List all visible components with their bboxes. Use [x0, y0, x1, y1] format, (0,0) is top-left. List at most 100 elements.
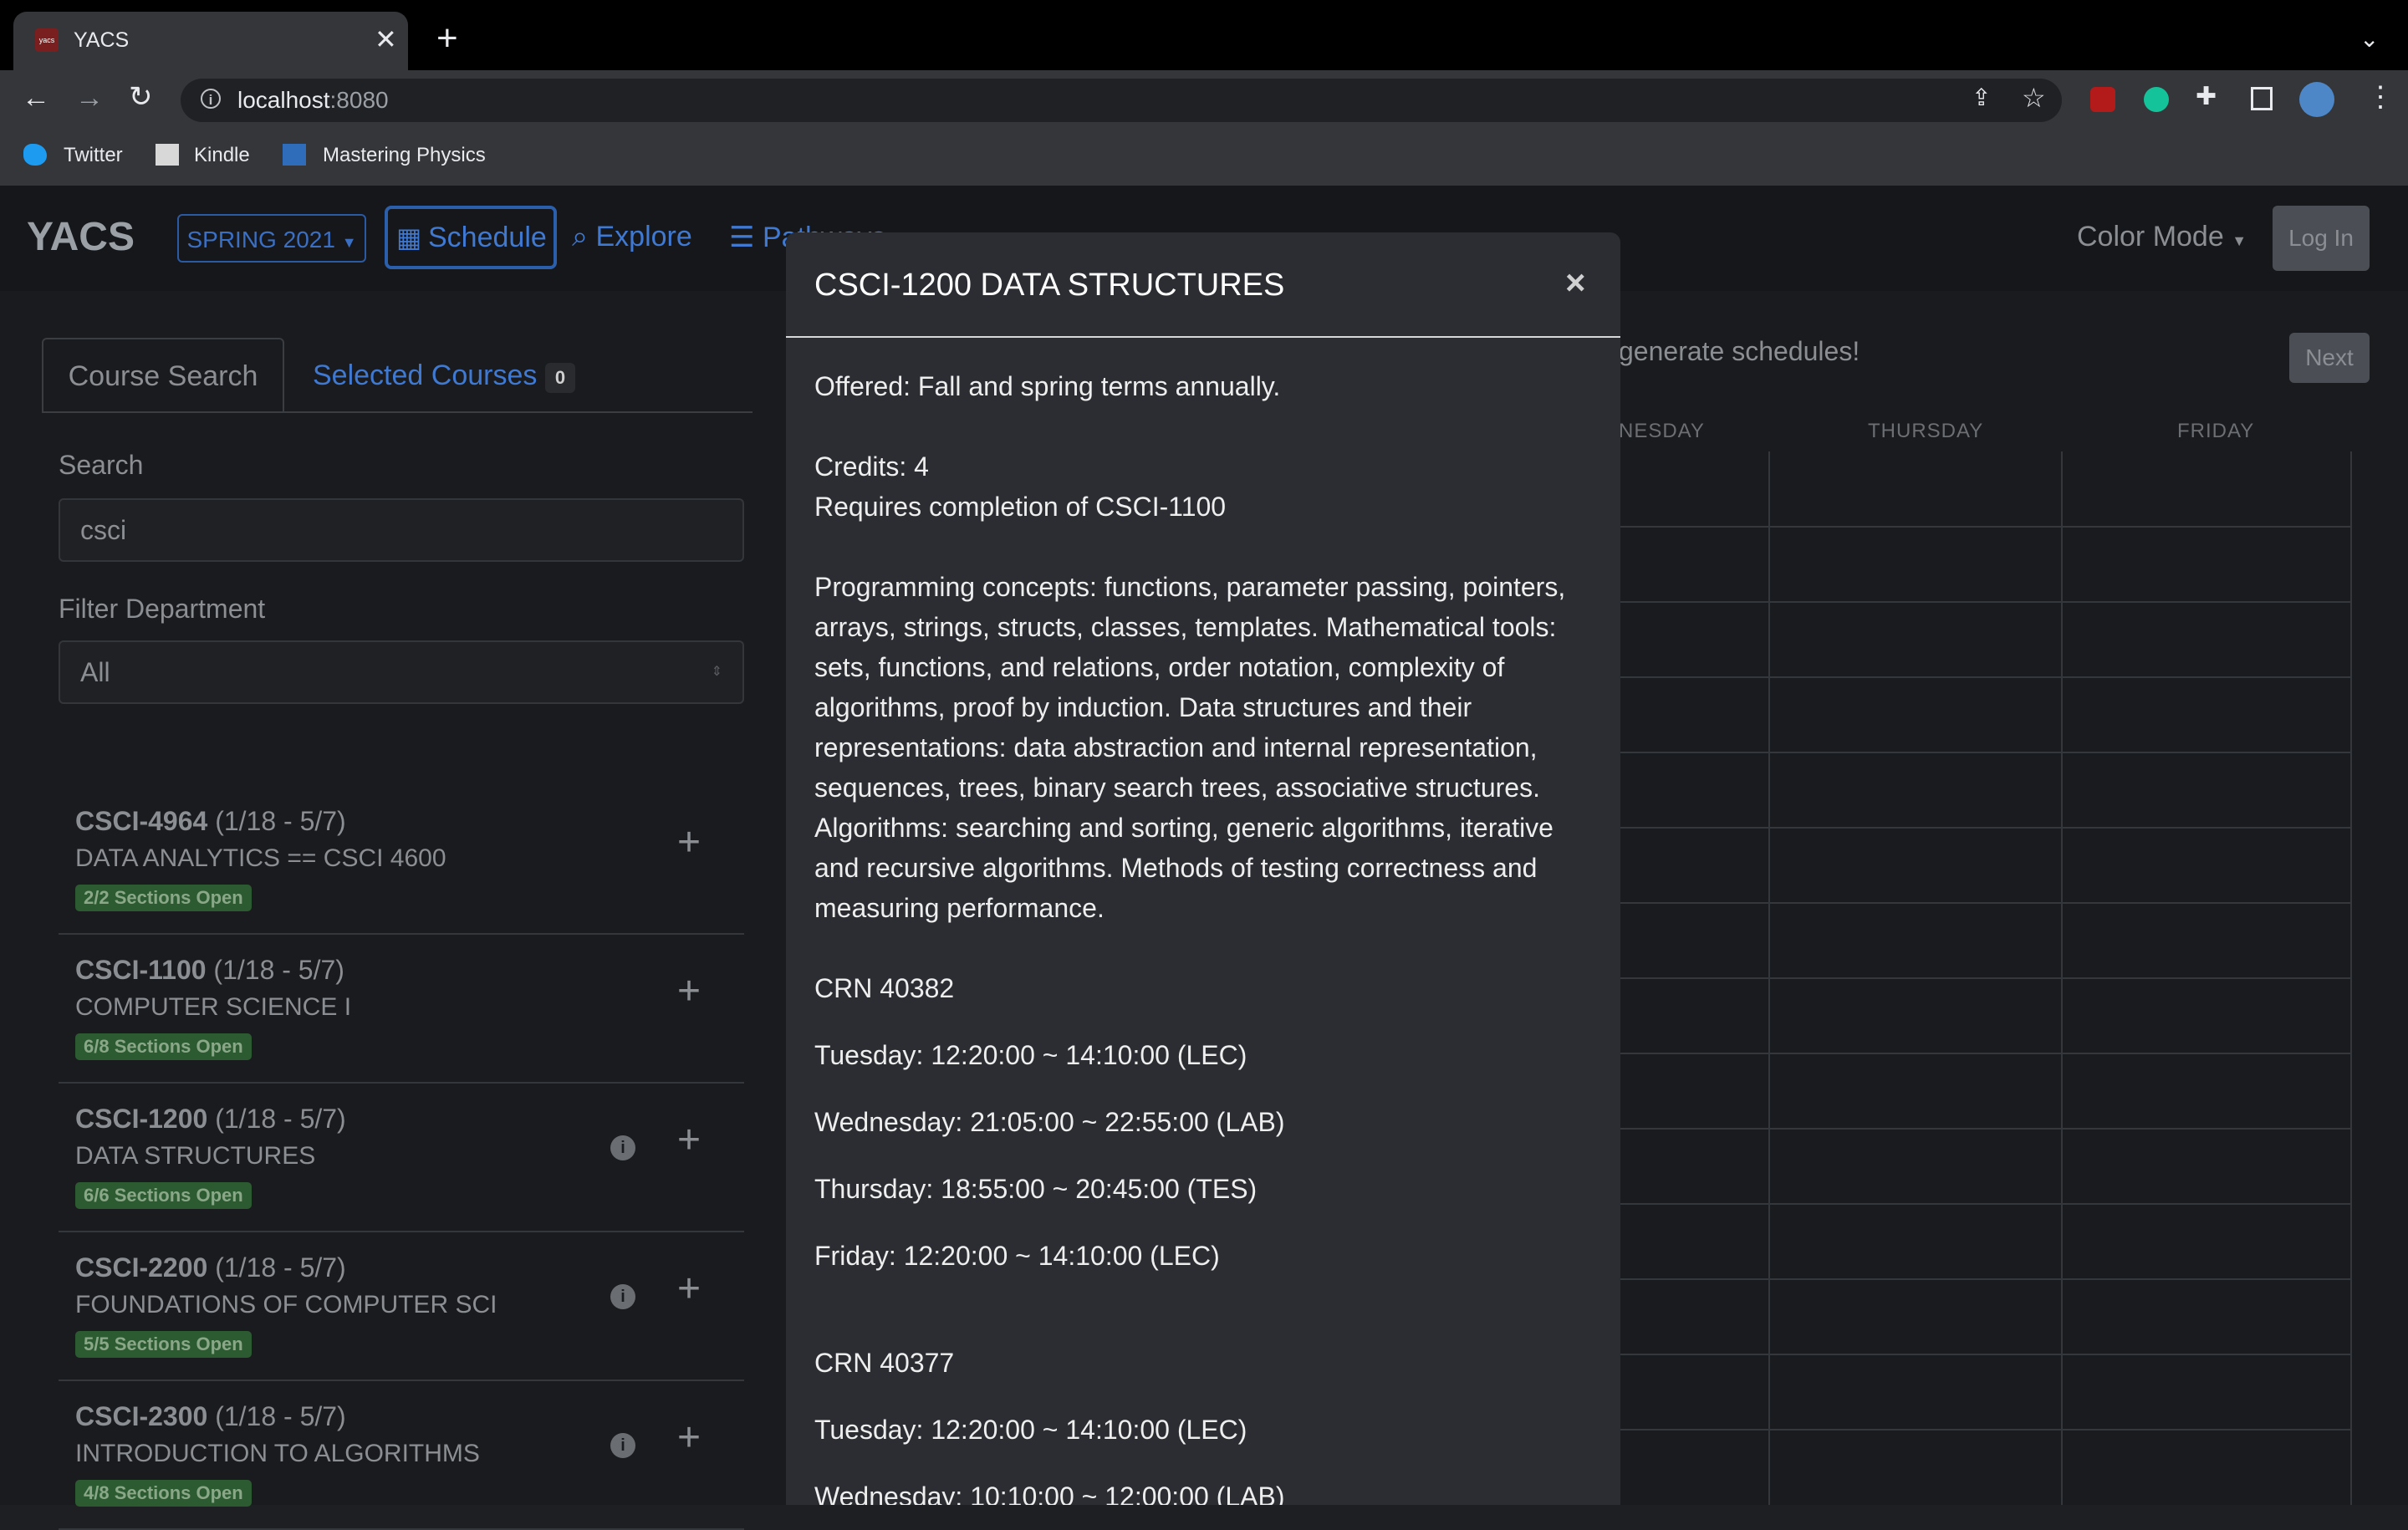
browser-menu-icon[interactable]: ⋮	[2366, 80, 2395, 114]
address-bar[interactable]	[181, 79, 2062, 122]
bookmark-kindle[interactable]: Kindle	[194, 144, 250, 167]
add-course-icon[interactable]: +	[677, 972, 701, 1012]
color-mode-label: Color Mode	[2077, 221, 2224, 252]
course-info-modal: CSCI-1200 DATA STRUCTURES × Offered: Fal…	[786, 232, 1620, 1505]
list-icon: ☰	[729, 222, 755, 253]
course-dates: (1/18 - 5/7)	[215, 806, 346, 836]
new-tab-icon[interactable]: +	[436, 20, 458, 57]
next-button[interactable]: Next	[2289, 333, 2370, 383]
nav-schedule[interactable]: ▦ Schedule	[385, 206, 557, 269]
course-dates: (1/18 - 5/7)	[215, 1104, 346, 1134]
forward-icon[interactable]: →	[75, 82, 104, 115]
course-list-item[interactable]: CSCI-2300 (1/18 - 5/7) INTRODUCTION TO AL…	[59, 1381, 744, 1530]
nav-explore[interactable]: ⌕ Explore	[572, 221, 692, 253]
modal-description: Programming concepts: functions, paramet…	[814, 572, 1566, 923]
add-course-icon[interactable]: +	[677, 823, 701, 863]
calendar-icon: ▦	[396, 222, 422, 252]
share-icon[interactable]: ⇪	[1972, 84, 1991, 111]
url-text[interactable]: localhost:8080	[237, 87, 389, 114]
course-code: CSCI-1100	[75, 955, 207, 985]
course-list-item[interactable]: CSCI-4964 (1/18 - 5/7) DATA ANALYTICS == …	[59, 786, 744, 935]
nav-schedule-label: Schedule	[428, 222, 547, 253]
course-code-line: CSCI-1100 (1/18 - 5/7)	[75, 955, 344, 986]
course-code-line: CSCI-2300 (1/18 - 5/7)	[75, 1401, 346, 1432]
bookmark-twitter[interactable]: Twitter	[64, 144, 123, 167]
sections-open-badge: 5/5 Sections Open	[75, 1331, 252, 1358]
add-course-icon[interactable]: +	[677, 1269, 701, 1309]
semester-dropdown[interactable]: SPRING 2021 ▼	[177, 214, 366, 263]
schedule-hint: generate schedules!	[1619, 336, 1860, 366]
login-button[interactable]: Log In	[2273, 206, 2370, 271]
course-code-line: CSCI-1200 (1/18 - 5/7)	[75, 1104, 346, 1135]
day-header-thursday: THURSDAY	[1868, 420, 1984, 442]
search-input[interactable]: csci	[59, 498, 744, 562]
course-list-item[interactable]: CSCI-1100 (1/18 - 5/7) COMPUTER SCIENCE I…	[59, 935, 744, 1084]
course-name: DATA ANALYTICS == CSCI 4600	[75, 844, 446, 872]
add-course-icon[interactable]: +	[677, 1120, 701, 1160]
url-host: localhost	[237, 87, 330, 113]
filter-department-select[interactable]: All ⇕	[59, 640, 744, 704]
course-code: CSCI-2300	[75, 1401, 208, 1431]
course-dates: (1/18 - 5/7)	[213, 955, 344, 985]
info-icon[interactable]: i	[610, 1284, 635, 1309]
back-icon[interactable]: ←	[22, 82, 50, 115]
profile-avatar[interactable]	[2299, 82, 2334, 117]
modal-offered: Offered: Fall and spring terms annually.	[814, 371, 1281, 401]
course-name: FOUNDATIONS OF COMPUTER SCI	[75, 1291, 497, 1318]
extensions-puzzle-icon[interactable]: ✚	[2196, 82, 2217, 111]
url-port: :8080	[329, 87, 389, 113]
mastering-physics-icon	[283, 144, 306, 166]
selected-count-badge: 0	[545, 363, 575, 393]
kindle-icon	[156, 144, 179, 166]
course-code-line: CSCI-4964 (1/18 - 5/7)	[75, 806, 346, 837]
site-info-icon[interactable]: i	[201, 89, 221, 109]
course-name: INTRODUCTION TO ALGORITHMS	[75, 1440, 480, 1467]
modal-close-button[interactable]: ×	[1565, 263, 1586, 303]
course-code: CSCI-1200	[75, 1104, 208, 1134]
tab-course-search[interactable]: Course Search	[42, 338, 284, 411]
caret-down-icon: ▼	[341, 234, 357, 251]
tab-selected-courses[interactable]: Selected Courses	[313, 360, 537, 392]
color-mode-dropdown[interactable]: Color Mode ▼	[2077, 221, 2247, 253]
reload-icon[interactable]: ↻	[129, 80, 153, 114]
info-icon[interactable]: i	[610, 1433, 635, 1458]
tab-search-chevron-icon[interactable]: ⌄	[2360, 25, 2379, 53]
course-name: COMPUTER SCIENCE I	[75, 993, 352, 1021]
nav-explore-label: Explore	[595, 221, 692, 252]
course-code-line: CSCI-2200 (1/18 - 5/7)	[75, 1252, 346, 1283]
modal-credits: Credits: 4	[814, 451, 929, 482]
brand-logo[interactable]: YACS	[27, 214, 135, 260]
calendar-grid	[1619, 451, 2352, 1505]
course-code: CSCI-2200	[75, 1252, 208, 1283]
semester-label: SPRING 2021	[186, 227, 335, 252]
filter-department-value: All	[80, 657, 110, 687]
course-dates: (1/18 - 5/7)	[215, 1401, 346, 1431]
sections-open-badge: 6/6 Sections Open	[75, 1182, 252, 1209]
tab-close-icon[interactable]: ✕	[375, 23, 397, 55]
sections-open-badge: 4/8 Sections Open	[75, 1480, 252, 1507]
section-time: Wednesday: 21:05:00 ~ 22:55:00 (LAB)	[814, 1107, 1285, 1137]
ublock-icon[interactable]	[2090, 87, 2115, 112]
side-panel-icon[interactable]	[2251, 87, 2273, 110]
grammarly-icon[interactable]	[2144, 87, 2169, 112]
browser-tab[interactable]	[13, 12, 408, 70]
section-time: Thursday: 18:55:00 ~ 20:45:00 (TES)	[814, 1174, 1258, 1204]
section-time: Friday: 12:20:00 ~ 14:10:00 (LEC)	[814, 1241, 1220, 1271]
twitter-icon	[23, 144, 47, 166]
bookmark-mastering-physics[interactable]: Mastering Physics	[323, 144, 486, 167]
section-crn: CRN 40382	[814, 973, 955, 1003]
section-time: Tuesday: 12:20:00 ~ 14:10:00 (LEC)	[814, 1040, 1247, 1070]
caret-down-icon: ▼	[2232, 232, 2247, 249]
course-list-item[interactable]: CSCI-1200 (1/18 - 5/7) DATA STRUCTURES 6/6…	[59, 1084, 744, 1232]
day-header-friday: FRIDAY	[2177, 420, 2255, 442]
tabs-divider	[42, 411, 752, 413]
bookmark-star-icon[interactable]: ☆	[2022, 82, 2046, 114]
section-time: Wednesday: 10:10:00 ~ 12:00:00 (LAB)	[814, 1482, 1285, 1505]
yacs-favicon-icon: yacs	[35, 28, 59, 52]
course-list-item[interactable]: CSCI-2200 (1/18 - 5/7) FOUNDATIONS OF COM…	[59, 1232, 744, 1381]
add-course-icon[interactable]: +	[677, 1418, 701, 1458]
filter-department-label: Filter Department	[59, 594, 266, 624]
search-label: Search	[59, 450, 144, 480]
section-crn: CRN 40377	[814, 1348, 955, 1378]
info-icon[interactable]: i	[610, 1135, 635, 1160]
